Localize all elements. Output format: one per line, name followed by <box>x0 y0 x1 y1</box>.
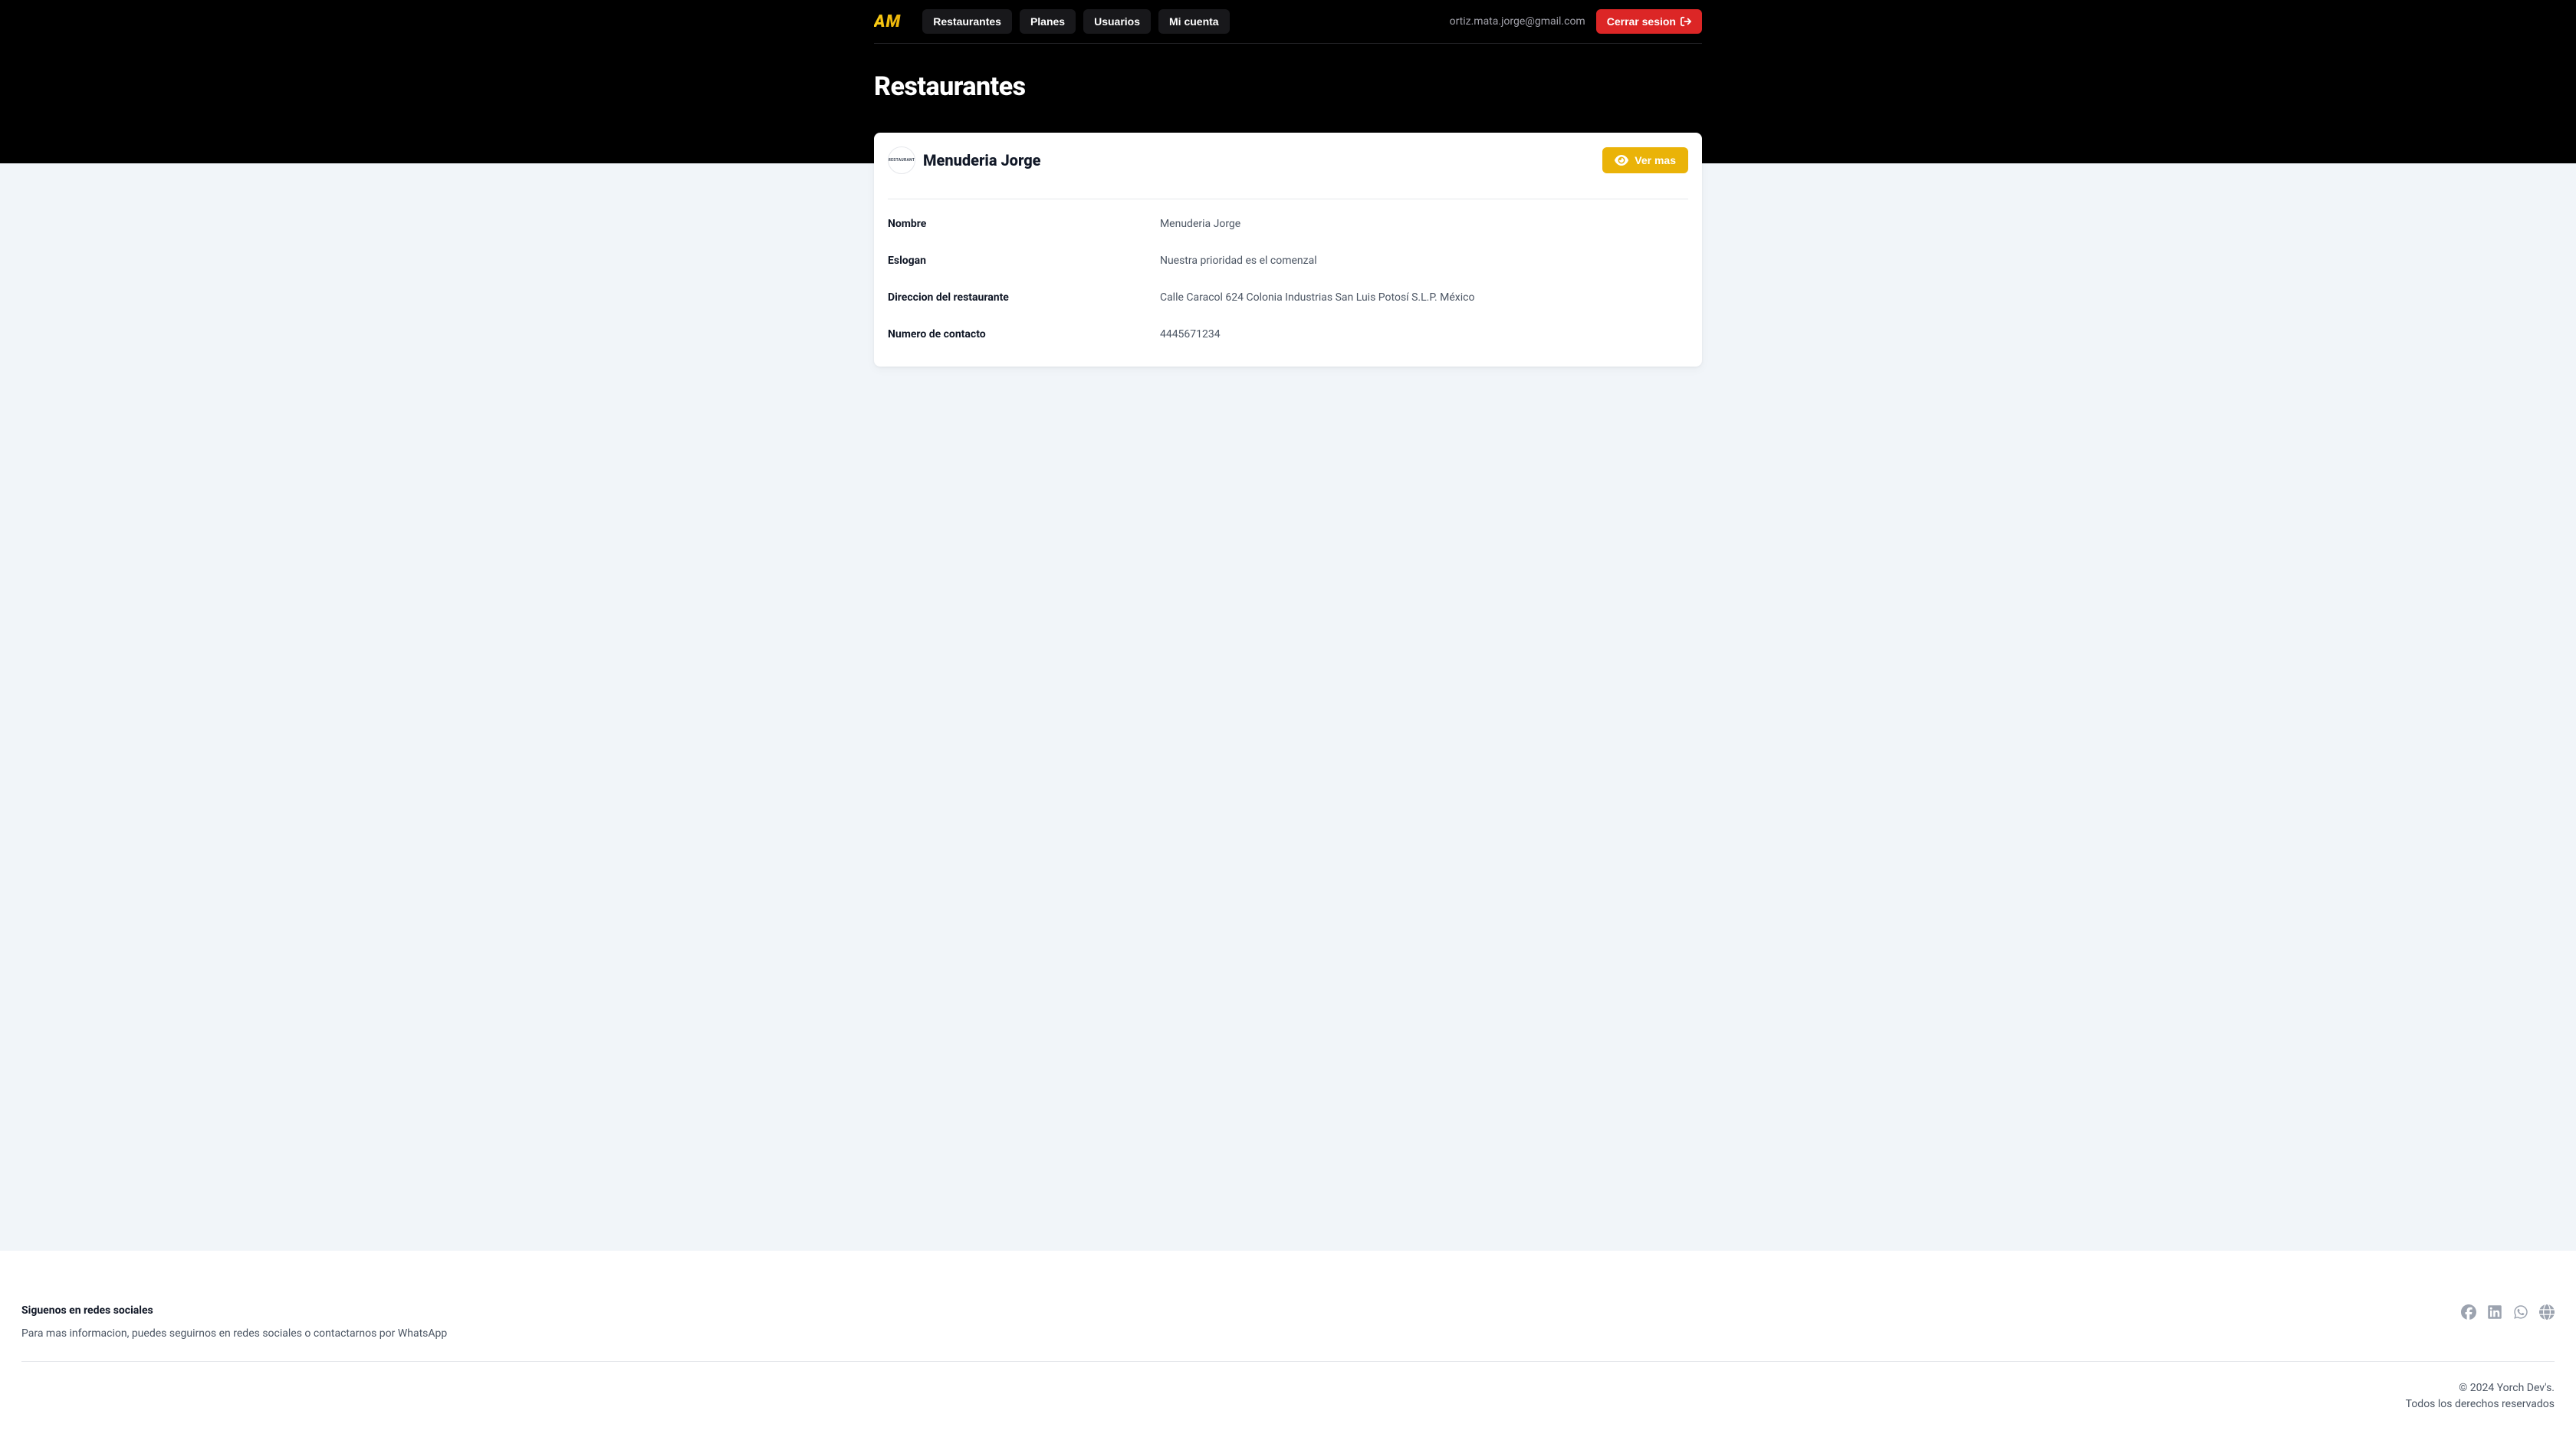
detail-row-contacto: Numero de contacto 4445671234 <box>888 316 1688 353</box>
value-direccion: Calle Caracol 624 Colonia Industrias San… <box>1160 291 1474 304</box>
footer-bottom: © 2024 Yorch Dev's. Todos los derechos r… <box>21 1362 2555 1413</box>
card-header-left: RESTAURANT Menuderia Jorge <box>888 146 1041 174</box>
top-nav: AM Restaurantes Planes Usuarios Mi cuent… <box>874 0 1702 44</box>
footer-info: Siguenos en redes sociales Para mas info… <box>21 1304 447 1340</box>
detail-row-nombre: Nombre Menuderia Jorge <box>888 206 1688 242</box>
label-direccion: Direccion del restaurante <box>888 291 1160 304</box>
label-contacto: Numero de contacto <box>888 328 1160 340</box>
page-title: Restaurantes <box>874 71 1702 102</box>
view-more-label: Ver mas <box>1635 154 1676 166</box>
view-more-button[interactable]: Ver mas <box>1602 147 1688 173</box>
detail-row-eslogan: Eslogan Nuestra prioridad es el comenzal <box>888 242 1688 279</box>
nav-item-mi-cuenta[interactable]: Mi cuenta <box>1158 9 1230 34</box>
restaurant-logo: RESTAURANT <box>888 146 915 174</box>
value-eslogan: Nuestra prioridad es el comenzal <box>1160 255 1317 267</box>
footer: Siguenos en redes sociales Para mas info… <box>0 1251 2576 1434</box>
linkedin-icon[interactable] <box>2487 1304 2502 1320</box>
main-content: RESTAURANT Menuderia Jorge Ver mas Nombr… <box>0 163 2576 1251</box>
label-eslogan: Eslogan <box>888 255 1160 267</box>
page-title-wrap: Restaurantes <box>874 44 1702 102</box>
footer-heading: Siguenos en redes sociales <box>21 1304 447 1317</box>
nav-right: ortiz.mata.jorge@gmail.com Cerrar sesion <box>1450 9 1702 34</box>
whatsapp-icon[interactable] <box>2513 1304 2528 1320</box>
label-nombre: Nombre <box>888 218 1160 230</box>
brand-logo[interactable]: AM <box>874 12 901 31</box>
logout-icon <box>1681 16 1691 27</box>
nav-links: Restaurantes Planes Usuarios Mi cuenta <box>922 9 1229 34</box>
user-email: ortiz.mata.jorge@gmail.com <box>1450 15 1585 28</box>
detail-row-direccion: Direccion del restaurante Calle Caracol … <box>888 279 1688 316</box>
logout-button[interactable]: Cerrar sesion <box>1596 9 1702 34</box>
nav-item-planes[interactable]: Planes <box>1020 9 1076 34</box>
value-nombre: Menuderia Jorge <box>1160 218 1240 230</box>
nav-item-restaurantes[interactable]: Restaurantes <box>922 9 1012 34</box>
nav-item-usuarios[interactable]: Usuarios <box>1083 9 1151 34</box>
footer-text: Para mas informacion, puedes seguirnos e… <box>21 1327 447 1340</box>
footer-rights: Todos los derechos reservados <box>21 1396 2555 1413</box>
globe-icon[interactable] <box>2539 1304 2555 1320</box>
eye-icon <box>1615 153 1628 167</box>
value-contacto: 4445671234 <box>1160 328 1221 340</box>
social-icons <box>2461 1304 2555 1320</box>
facebook-icon[interactable] <box>2461 1304 2476 1320</box>
nav-left: AM Restaurantes Planes Usuarios Mi cuent… <box>874 9 1230 34</box>
footer-copyright: © 2024 Yorch Dev's. <box>21 1380 2555 1396</box>
restaurant-card: RESTAURANT Menuderia Jorge Ver mas Nombr… <box>874 133 1702 367</box>
footer-top: Siguenos en redes sociales Para mas info… <box>21 1304 2555 1362</box>
card-header: RESTAURANT Menuderia Jorge Ver mas <box>888 146 1688 199</box>
logout-label: Cerrar sesion <box>1607 15 1676 28</box>
restaurant-name: Menuderia Jorge <box>923 151 1041 169</box>
